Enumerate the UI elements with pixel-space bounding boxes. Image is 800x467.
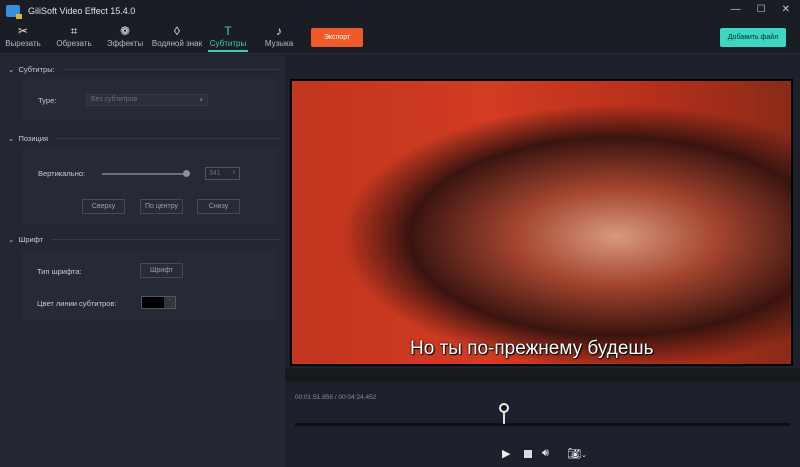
tool-label: Обрезать — [56, 39, 92, 48]
tool-music[interactable]: ♪ Музыка — [254, 24, 304, 48]
type-label: Type: — [38, 96, 57, 105]
spin-arrows-icon[interactable]: ⇕ — [232, 170, 236, 176]
tool-cut[interactable]: ✂ Вырезать — [0, 24, 48, 48]
crop-icon: ⌗ — [70, 24, 78, 38]
section-font[interactable]: ⌄ Шрифт — [8, 235, 280, 244]
color-swatch — [142, 297, 164, 308]
font-button[interactable]: Шрифт — [140, 263, 183, 278]
chevron-down-icon[interactable]: ⌄ — [581, 452, 587, 459]
video-bottom-strip — [285, 368, 800, 382]
play-icon[interactable]: ▶ — [502, 447, 510, 460]
app-logo-icon — [6, 5, 22, 19]
tool-label: Водяной знак — [151, 39, 203, 48]
export-button[interactable]: Экспорт — [311, 28, 363, 47]
vertical-slider[interactable] — [102, 173, 190, 175]
subtitle-text: Но ты по-прежнему будешь — [410, 338, 654, 359]
scissors-icon: ✂ — [17, 24, 29, 38]
tool-label: Музыка — [264, 39, 294, 48]
vertical-spinbox[interactable]: 341 ⇕ — [205, 167, 240, 180]
select-value: Без субтитров — [91, 96, 138, 103]
text-icon: T — [224, 24, 232, 38]
maximize-button[interactable]: ☐ — [757, 4, 766, 15]
line-color-label: Цвет линии субтитров: — [37, 299, 117, 308]
section-title: Субтитры: — [18, 65, 55, 74]
section-position[interactable]: ⌄ Позиция — [8, 134, 280, 143]
window-title: GiliSoft Video Effect 15.4.0 — [28, 6, 136, 16]
vertical-label: Вертикально: — [38, 169, 86, 178]
chevron-down-icon: ⌄ — [8, 235, 19, 244]
tool-label: Эффекты — [106, 39, 144, 48]
font-type-label: Тип шрифта: — [37, 267, 82, 276]
top-button[interactable]: Сверху — [82, 199, 125, 214]
stop-icon[interactable] — [524, 450, 532, 458]
effects-icon: ❁ — [119, 24, 131, 38]
camera-icon[interactable]: 📷︎⌄ — [567, 447, 587, 460]
tool-subtitles[interactable]: T Субтитры — [203, 24, 253, 52]
playhead-stem[interactable] — [503, 413, 506, 424]
bottom-button[interactable]: Снизу — [197, 199, 240, 214]
dropdown-arrow-icon: ▾ — [199, 97, 203, 104]
font-box — [22, 250, 277, 320]
volume-icon[interactable]: 🔊︎ — [542, 447, 549, 460]
slider-handle[interactable] — [182, 170, 190, 177]
tool-label: Субтитры — [209, 39, 247, 48]
video-preview[interactable] — [290, 79, 793, 366]
chevron-down-icon: ⌄ — [8, 65, 19, 74]
line-color-picker[interactable]: - — [141, 296, 176, 309]
center-button[interactable]: По центру — [140, 199, 183, 214]
minimize-button[interactable]: — — [731, 4, 741, 15]
chevron-down-icon: ⌄ — [8, 134, 19, 143]
tool-label: Вырезать — [5, 39, 41, 48]
timeline-track[interactable] — [295, 423, 790, 426]
tool-watermark[interactable]: ◊ Водяной знак — [150, 24, 204, 48]
tool-crop[interactable]: ⌗ Обрезать — [49, 24, 99, 48]
time-readout: 00:01:51.856 / 00:04:24.452 — [295, 394, 377, 401]
section-title: Позиция — [18, 134, 49, 143]
add-file-button[interactable]: Добавить файл — [720, 28, 786, 47]
tool-effects[interactable]: ❁ Эффекты — [100, 24, 150, 48]
title-bar: GiliSoft Video Effect 15.4.0 — ☐ ✕ — [0, 0, 800, 22]
music-note-icon: ♪ — [276, 24, 282, 38]
section-title: Шрифт — [18, 235, 44, 244]
close-button[interactable]: ✕ — [782, 4, 790, 15]
watermark-drop-icon: ◊ — [174, 24, 180, 38]
subtitle-type-select[interactable]: Без субтитров ▾ — [86, 94, 208, 106]
toolbar: ✂ Вырезать ⌗ Обрезать ❁ Эффекты ◊ Водяной зн… — [0, 22, 800, 54]
section-subtitles[interactable]: ⌄ Субтитры: — [8, 65, 280, 74]
spin-value: 341 — [209, 170, 221, 177]
dropdown-arrow-icon: - — [168, 297, 171, 304]
